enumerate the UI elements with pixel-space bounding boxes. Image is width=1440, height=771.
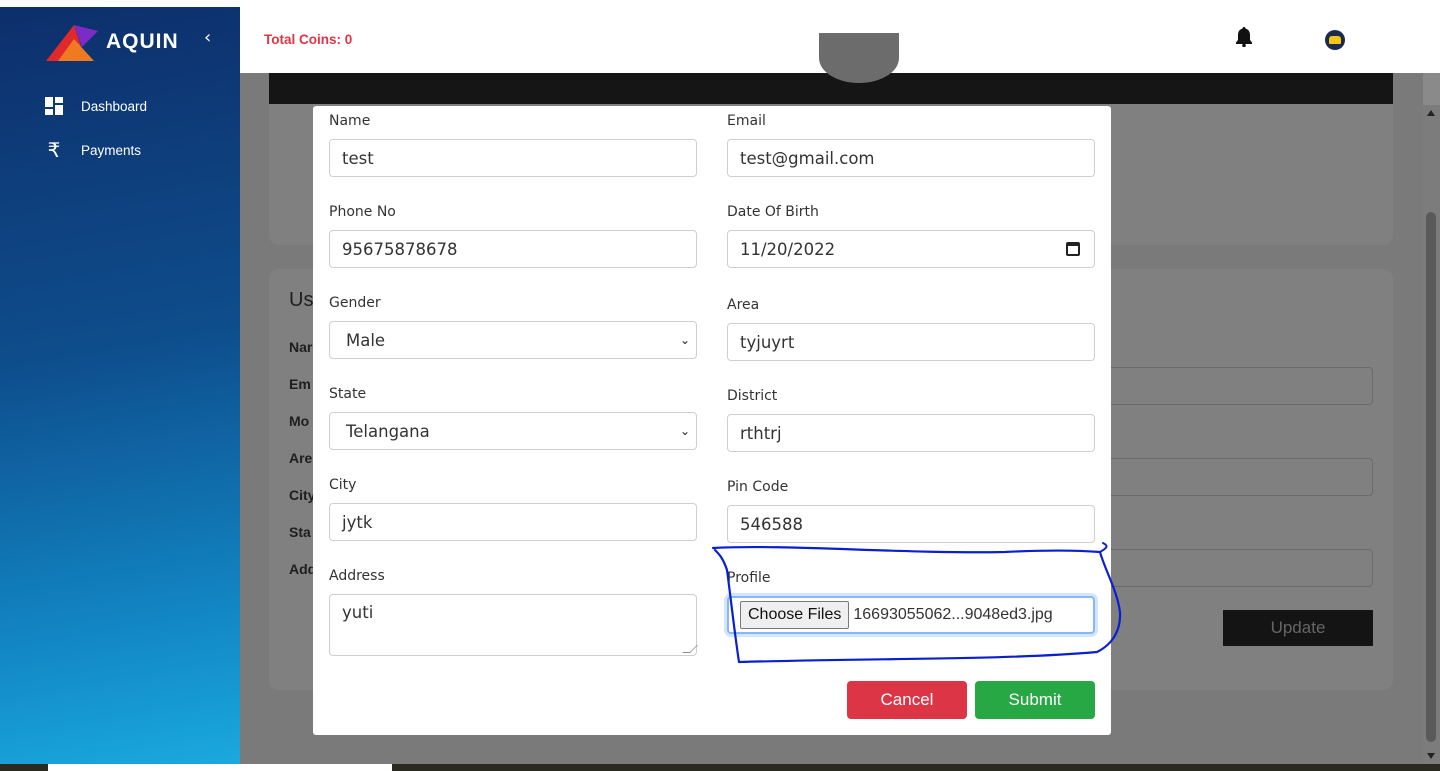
logo-text: AQUIN (106, 30, 179, 53)
page-scrollbar[interactable] (1423, 105, 1440, 764)
bell-icon[interactable] (1235, 27, 1253, 51)
chevron-left-icon[interactable]: ‹ (204, 27, 211, 48)
pincode-label: Pin Code (727, 479, 789, 495)
district-field: District rthtrj (727, 388, 1095, 452)
profile-banner (269, 33, 1393, 104)
district-label: District (727, 388, 778, 404)
area-input[interactable]: tyjuyrt (727, 323, 1095, 361)
detail-label: Mo (289, 413, 310, 429)
dob-input[interactable]: 11/20/2022 (727, 230, 1095, 268)
name-field: Name test (329, 113, 697, 177)
detail-label: Sta (289, 524, 311, 540)
city-label: City (329, 477, 357, 493)
district-input[interactable]: rthtrj (727, 414, 1095, 452)
gender-select[interactable]: Male ⌄ (329, 321, 697, 359)
gender-field: Gender Male ⌄ (329, 295, 697, 359)
sidebar-item-payments[interactable]: ₹ Payments (44, 139, 142, 162)
city-field: City jytk (329, 477, 697, 541)
choose-files-button[interactable]: Choose Files (740, 601, 850, 629)
aquin-logo-icon (46, 25, 98, 61)
sidebar-item-label: Payments (81, 142, 142, 158)
state-label: State (329, 386, 367, 402)
pincode-input[interactable]: 546588 (727, 505, 1095, 543)
address-value: yuti (342, 603, 374, 622)
total-coins: Total Coins: 0 (264, 32, 353, 47)
area-field: Area tyjuyrt (727, 297, 1095, 361)
detail-label: Are (289, 450, 313, 466)
scrollbar-thumb[interactable] (1426, 212, 1436, 742)
profile-file-input[interactable]: Choose Files 16693055062...9048ed3.jpg (727, 596, 1095, 634)
section-title: Us (289, 289, 314, 311)
sidebar-item-label: Dashboard (81, 98, 148, 114)
state-value: Telangana (346, 421, 430, 441)
update-button: Update (1223, 610, 1373, 646)
chevron-down-icon: ⌄ (679, 424, 690, 438)
phone-field: Phone No 95675878678 (329, 204, 697, 268)
background-input (1089, 367, 1373, 405)
address-field: Address yuti (329, 568, 698, 656)
email-label: Email (727, 113, 766, 129)
state-field: State Telangana ⌄ (329, 386, 697, 450)
dob-field: Date Of Birth 11/20/2022 (727, 204, 1095, 268)
detail-label: City (289, 487, 316, 503)
detail-label: Em (289, 376, 311, 392)
dob-value: 11/20/2022 (740, 239, 836, 259)
resize-grip-icon[interactable] (682, 645, 698, 653)
scroll-up-icon[interactable] (1427, 110, 1435, 116)
phone-input[interactable]: 95675878678 (329, 230, 697, 268)
selected-file-name: 16693055062...9048ed3.jpg (853, 606, 1053, 623)
submit-button[interactable]: Submit (975, 681, 1095, 719)
profile-field: Profile Choose Files 16693055062...9048e… (727, 570, 1095, 634)
email-field: Email test@gmail.com (727, 113, 1095, 177)
edit-profile-modal: Name test Email test@gmail.com Phone No … (313, 106, 1111, 735)
cancel-button[interactable]: Cancel (847, 681, 967, 719)
address-label: Address (329, 568, 385, 584)
gender-value: Male (346, 330, 386, 350)
taskbar (0, 764, 1440, 771)
background-input (1089, 549, 1373, 587)
city-input[interactable]: jytk (329, 503, 697, 541)
sidebar: AQUIN ‹ Dashboard ₹ Payments (0, 0, 240, 764)
name-label: Name (329, 113, 371, 129)
avatar-icon[interactable] (1325, 30, 1345, 50)
sidebar-item-dashboard[interactable]: Dashboard (44, 96, 147, 116)
background-input (1089, 458, 1373, 496)
dob-label: Date Of Birth (727, 204, 819, 220)
pincode-field: Pin Code 546588 (727, 479, 1095, 543)
scroll-down-icon[interactable] (1427, 753, 1435, 759)
area-label: Area (727, 297, 760, 313)
gender-label: Gender (329, 295, 381, 311)
phone-label: Phone No (329, 204, 396, 220)
dashboard-grid-icon (44, 96, 64, 116)
state-select[interactable]: Telangana ⌄ (329, 412, 697, 450)
name-input[interactable]: test (329, 139, 697, 177)
chevron-down-icon: ⌄ (679, 333, 690, 347)
email-input[interactable]: test@gmail.com (727, 139, 1095, 177)
profile-label: Profile (727, 570, 771, 586)
address-textarea[interactable]: yuti (329, 594, 698, 656)
rupee-icon: ₹ (47, 139, 61, 162)
detail-label: Nar (289, 339, 313, 355)
calendar-icon[interactable] (1066, 242, 1080, 256)
